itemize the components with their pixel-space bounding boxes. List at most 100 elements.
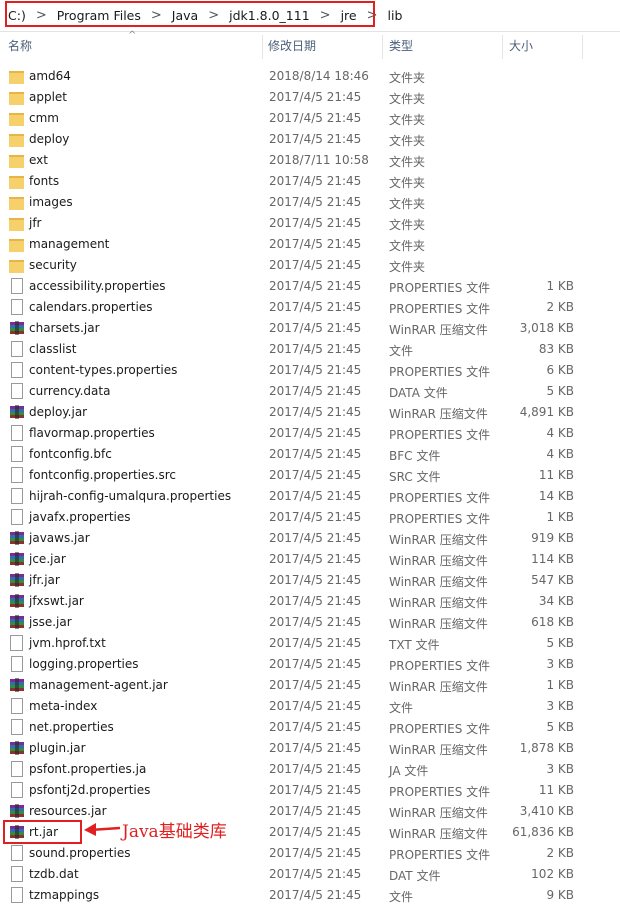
file-row[interactable]: calendars.properties 2017/4/5 21:45 PROPER… [0,297,600,318]
column-header-name[interactable]: 名称 [8,31,32,61]
file-row[interactable]: jfr 2017/4/5 21:45 文件夹 [0,213,600,234]
sort-ascending-icon: ^ [128,30,137,41]
file-row[interactable]: deploy.jar 2017/4/5 21:45 WinRAR 压缩文件 4,891… [0,402,600,423]
file-row[interactable]: applet 2017/4/5 21:45 文件夹 [0,87,600,108]
file-type: WinRAR 压缩文件 [389,743,488,757]
file-date: 2017/4/5 21:45 [269,699,362,713]
file-type: PROPERTIES 文件 [389,365,491,379]
file-type: WinRAR 压缩文件 [389,806,488,820]
column-divider[interactable] [262,35,263,59]
file-row[interactable]: images 2017/4/5 21:45 文件夹 [0,192,600,213]
file-row[interactable]: charsets.jar 2017/4/5 21:45 WinRAR 压缩文件 3,0… [0,318,600,339]
file-type: 文件夹 [389,218,426,232]
file-row[interactable]: psfontj2d.properties 2017/4/5 21:45 PROPER… [0,780,600,801]
file-type: WinRAR 压缩文件 [389,575,488,589]
file-row[interactable]: fontconfig.bfc 2017/4/5 21:45 BFC 文件 4 KB [0,444,600,465]
file-icon [11,782,23,798]
file-date: 2018/8/14 18:46 [269,69,369,83]
file-type: PROPERTIES 文件 [389,659,491,673]
file-row[interactable]: net.properties 2017/4/5 21:45 PROPERTIES 文… [0,717,600,738]
file-row[interactable]: fontconfig.properties.src 2017/4/5 21:45 S… [0,465,600,486]
file-row[interactable]: tzmappings 2017/4/5 21:45 文件 9 KB [0,885,600,906]
winrar-archive-icon [9,593,25,609]
file-date: 2017/4/5 21:45 [269,363,362,377]
file-icon [11,509,23,525]
file-size: 34 KB [538,594,574,608]
file-name: javaws.jar [29,531,90,545]
file-row[interactable]: jce.jar 2017/4/5 21:45 WinRAR 压缩文件 114 KB [0,549,600,570]
file-row[interactable]: fonts 2017/4/5 21:45 文件夹 [0,171,600,192]
breadcrumb-item[interactable]: lib [386,8,405,23]
column-header-type[interactable]: 类型 [389,31,413,61]
file-row[interactable]: cmm 2017/4/5 21:45 文件夹 [0,108,600,129]
file-row[interactable]: classlist 2017/4/5 21:45 文件 83 KB [0,339,600,360]
file-type: 文件夹 [389,92,426,106]
breadcrumb-item[interactable]: jdk1.8.0_111 [227,8,312,23]
file-row[interactable]: jfxswt.jar 2017/4/5 21:45 WinRAR 压缩文件 34 KB [0,591,600,612]
file-date: 2017/4/5 21:45 [269,216,362,230]
file-row[interactable]: jvm.hprof.txt 2017/4/5 21:45 TXT 文件 5 KB [0,633,600,654]
file-type: 文件 [389,344,414,358]
file-row[interactable]: security 2017/4/5 21:45 文件夹 [0,255,600,276]
column-header-date[interactable]: 修改日期 [268,31,316,61]
breadcrumb-item[interactable]: Program Files [55,8,143,23]
file-row[interactable]: tzdb.dat 2017/4/5 21:45 DAT 文件 102 KB [0,864,600,885]
file-row[interactable]: content-types.properties 2017/4/5 21:45 PR… [0,360,600,381]
file-row[interactable]: javafx.properties 2017/4/5 21:45 PROPERTIE… [0,507,600,528]
column-divider[interactable] [582,35,583,59]
file-date: 2017/4/5 21:45 [269,594,362,608]
file-size: 6 KB [546,363,574,377]
file-date: 2017/4/5 21:45 [269,783,362,797]
breadcrumb-item[interactable]: C:) [6,8,28,23]
file-date: 2017/4/5 21:45 [269,846,362,860]
file-row[interactable]: deploy 2017/4/5 21:45 文件夹 [0,129,600,150]
file-row[interactable]: javaws.jar 2017/4/5 21:45 WinRAR 压缩文件 919 K… [0,528,600,549]
file-type: 文件夹 [389,260,426,274]
file-row[interactable]: jfr.jar 2017/4/5 21:45 WinRAR 压缩文件 547 KB [0,570,600,591]
rt-jar-highlight-box [3,820,82,844]
file-icon [11,887,23,903]
file-icon [11,698,23,714]
address-bar[interactable]: C:) > Program Files > Java > jdk1.8.0_111 > jre >… [0,0,620,32]
file-date: 2017/4/5 21:45 [269,300,362,314]
file-icon [11,467,23,483]
column-divider[interactable] [382,35,383,59]
file-icon [11,425,23,441]
file-row[interactable]: plugin.jar 2017/4/5 21:45 WinRAR 压缩文件 1,878… [0,738,600,759]
file-size: 5 KB [546,636,574,650]
file-row[interactable]: ext 2018/7/11 10:58 文件夹 [0,150,600,171]
file-row[interactable]: currency.data 2017/4/5 21:45 DATA 文件 5 KB [0,381,600,402]
file-row[interactable]: psfont.properties.ja 2017/4/5 21:45 JA 文件 3… [0,759,600,780]
file-icon [11,866,23,882]
file-name: hijrah-config-umalqura.properties [29,489,232,503]
breadcrumb-separator-icon[interactable]: > [143,8,170,23]
column-divider[interactable] [502,35,503,59]
file-name: jvm.hprof.txt [29,636,106,650]
text-file-icon [10,635,23,651]
file-size: 919 KB [531,531,574,545]
file-name: net.properties [29,720,114,734]
column-header-size[interactable]: 大小 [509,31,533,61]
file-row[interactable]: jsse.jar 2017/4/5 21:45 WinRAR 压缩文件 618 KB [0,612,600,633]
file-row[interactable]: management-agent.jar 2017/4/5 21:45 WinRAR… [0,675,600,696]
file-type: BFC 文件 [389,449,441,463]
breadcrumb-separator-icon[interactable]: > [312,8,339,23]
breadcrumb-separator-icon[interactable]: > [359,8,386,23]
file-row[interactable]: management 2017/4/5 21:45 文件夹 [0,234,600,255]
file-row[interactable]: amd64 2018/8/14 18:46 文件夹 [0,66,600,87]
file-row[interactable]: meta-index 2017/4/5 21:45 文件 3 KB [0,696,600,717]
file-row[interactable]: flavormap.properties 2017/4/5 21:45 PROPER… [0,423,600,444]
file-name: javafx.properties [29,510,131,524]
breadcrumb-item[interactable]: Java [170,8,200,23]
breadcrumb-item[interactable]: jre [339,8,359,23]
file-row[interactable]: sound.properties 2017/4/5 21:45 PROPERTIES… [0,843,600,864]
folder-icon [9,113,24,126]
file-row[interactable]: hijrah-config-umalqura.properties 2017/4/… [0,486,600,507]
file-size: 4 KB [546,426,574,440]
file-size: 2 KB [546,300,574,314]
file-row[interactable]: logging.properties 2017/4/5 21:45 PROPERTI… [0,654,600,675]
file-row[interactable]: accessibility.properties 2017/4/5 21:45 PR… [0,276,600,297]
breadcrumb-separator-icon[interactable]: > [28,8,55,23]
breadcrumb-separator-icon[interactable]: > [200,8,227,23]
file-date: 2017/4/5 21:45 [269,657,362,671]
